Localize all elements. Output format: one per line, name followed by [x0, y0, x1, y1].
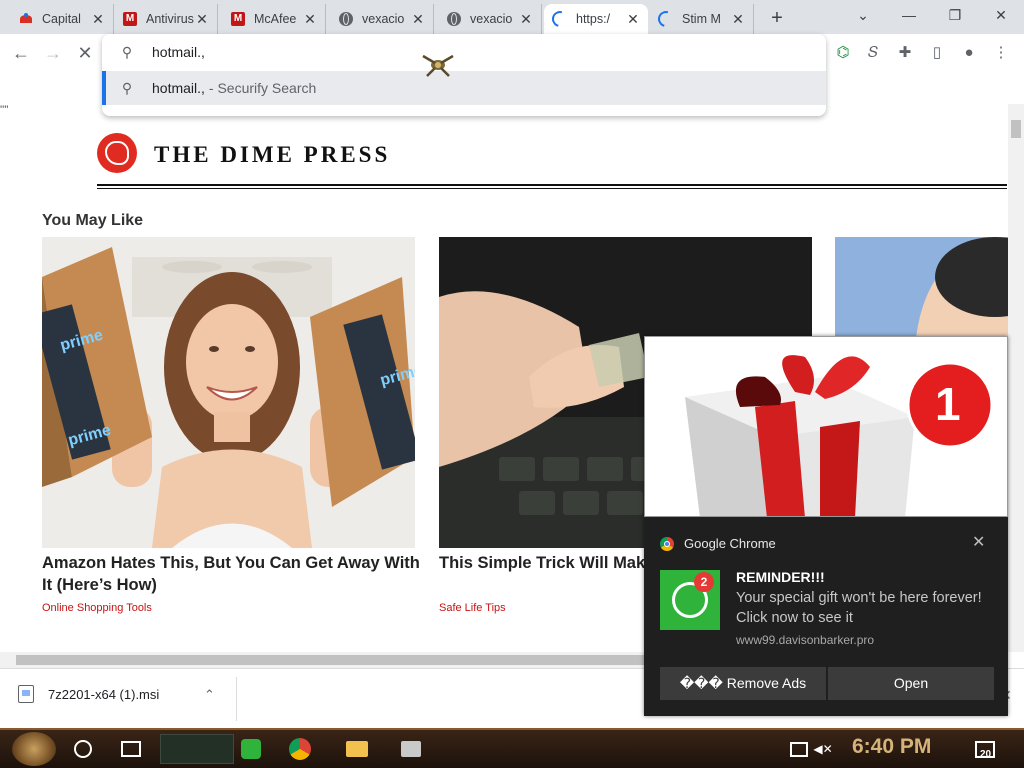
whatsapp-icon: 2	[660, 570, 720, 630]
chrome-icon	[660, 536, 674, 551]
omnibox-suggestion[interactable]: ⚲ hotmail., - Securify Search	[102, 71, 826, 105]
notification-app-name: Google Chrome	[684, 536, 776, 551]
notification-count: 20	[980, 749, 992, 760]
vertical-scrollbar-thumb[interactable]	[1011, 120, 1021, 138]
woman-with-boxes-image	[42, 237, 415, 548]
tab-close-icon[interactable]: ✕	[519, 11, 533, 28]
chrome-notification[interactable]: 1 Google Chrome ✕ 2 REMINDER!!! Your spe…	[644, 336, 1008, 716]
notes-app-icon[interactable]	[238, 736, 264, 762]
tab-close-icon[interactable]: ✕	[91, 11, 105, 28]
stray-quote-marks: ''''	[0, 104, 9, 116]
tab-title: vexacio	[470, 12, 513, 26]
notification-app: Google Chrome	[660, 536, 776, 551]
extension-green-icon[interactable]: ⌬	[830, 40, 856, 66]
vertical-scrollbar[interactable]	[1008, 104, 1024, 652]
tab-vexacio-1[interactable]: vexacio ✕	[330, 4, 434, 34]
taskbar-search-box[interactable]	[160, 734, 234, 764]
notification-message: Your special gift won't be here forever!…	[736, 590, 982, 626]
custom-cursor-icon	[422, 54, 454, 77]
site-name[interactable]: THE DIME PRESS	[154, 142, 390, 168]
suggestion-provider: - Securify Search	[208, 80, 317, 96]
whatsapp-badge-count: 2	[694, 572, 714, 592]
card-title-amazon[interactable]: Amazon Hates This, But You Can Get Away …	[42, 552, 422, 596]
cortana-circle-icon[interactable]	[70, 736, 96, 762]
tab-close-icon[interactable]: ✕	[731, 11, 745, 28]
search-icon: ⚲	[121, 79, 133, 96]
tab-title: Stim M	[682, 12, 721, 26]
section-title: You May Like	[42, 212, 144, 229]
tab-strip: Capital ✕ M Antivirus ✕ M McAfee ✕ vexac…	[0, 0, 1024, 34]
card-image-amazon[interactable]: prime prime prime	[42, 237, 415, 548]
tab-close-icon[interactable]: ✕	[195, 11, 209, 28]
globe-icon	[446, 11, 462, 27]
task-view-icon[interactable]	[118, 736, 144, 762]
omnibox[interactable]: ⚲	[102, 34, 826, 70]
tab-title: Antivirus	[146, 12, 194, 26]
side-panel-icon[interactable]: ▯	[924, 40, 950, 66]
horizontal-scrollbar-thumb[interactable]	[16, 655, 646, 665]
tab-title: Capital	[42, 12, 81, 26]
installer-file-icon	[18, 685, 34, 703]
dime-press-logo-icon[interactable]	[97, 133, 137, 173]
restore-button[interactable]: ❐	[940, 5, 970, 25]
windows-taskbar: ◀✕ 6:40 PM 20	[0, 728, 1024, 768]
mcafee-icon: M	[122, 11, 138, 27]
profile-avatar-icon[interactable]: ●	[956, 40, 982, 66]
tab-close-icon[interactable]: ✕	[626, 11, 640, 28]
photos-app-icon[interactable]	[398, 736, 424, 762]
tab-antivirus[interactable]: M Antivirus ✕	[114, 4, 218, 34]
notification-body[interactable]: Google Chrome ✕ 2 REMINDER!!! Your speci…	[644, 517, 1008, 716]
start-button[interactable]	[12, 732, 56, 766]
volume-muted-icon[interactable]: ◀✕	[810, 736, 836, 762]
search-icon: ⚲	[121, 43, 133, 60]
omnibox-dropdown: ⚲ ⚲ hotmail., - Securify Search	[102, 34, 826, 116]
tab-https-active[interactable]: https:/ ✕	[544, 4, 648, 34]
open-button[interactable]: Open	[828, 667, 994, 700]
tab-stim[interactable]: Stim M ✕	[650, 4, 754, 34]
loading-spinner-icon	[655, 8, 677, 30]
tab-capital[interactable]: Capital ✕	[10, 4, 114, 34]
tab-vexacio-2[interactable]: vexacio ✕	[438, 4, 542, 34]
extensions-puzzle-icon[interactable]: ✚	[892, 40, 918, 66]
card-source-trick[interactable]: Safe Life Tips	[439, 602, 506, 614]
header-divider-thin	[97, 188, 1007, 189]
notification-title: REMINDER!!!	[736, 569, 825, 585]
tab-mcafee[interactable]: M McAfee ✕	[222, 4, 326, 34]
close-window-button[interactable]: ✕	[986, 5, 1016, 25]
network-icon[interactable]	[786, 736, 812, 762]
tab-title: McAfee	[254, 12, 297, 26]
chrome-menu-icon[interactable]: ⋮	[988, 40, 1014, 66]
notification-source-url: www99.davisonbarker.pro	[736, 633, 875, 647]
remove-ads-button[interactable]: ��� Remove Ads	[660, 667, 826, 700]
header-divider	[97, 184, 1007, 186]
mcafee-icon: M	[230, 11, 246, 27]
file-explorer-icon[interactable]	[344, 736, 370, 762]
card-source-amazon[interactable]: Online Shopping Tools	[42, 602, 152, 614]
tab-title: vexacio	[362, 12, 405, 26]
tab-close-icon[interactable]: ✕	[411, 11, 425, 28]
capital-favicon-icon	[18, 11, 34, 27]
tab-search-dropdown-icon[interactable]: ⌄	[848, 5, 878, 25]
loading-spinner-icon	[549, 8, 571, 30]
gift-image[interactable]: 1	[644, 336, 1008, 517]
minimize-button[interactable]: —	[894, 5, 924, 25]
download-filename: 7z2201-x64 (1).msi	[48, 686, 160, 702]
taskbar-clock[interactable]: 6:40 PM	[852, 735, 931, 759]
notification-close-icon[interactable]: ✕	[972, 532, 985, 552]
chevron-up-icon[interactable]: ⌃	[204, 687, 215, 703]
new-tab-button[interactable]: +	[766, 7, 788, 29]
extension-s-icon[interactable]: 𝑆	[860, 40, 886, 66]
globe-icon	[338, 11, 354, 27]
tab-title: https:/	[576, 12, 611, 26]
suggestion-query: hotmail.,	[152, 80, 205, 96]
forward-button[interactable]: →	[38, 38, 68, 68]
chrome-icon[interactable]	[287, 736, 313, 762]
stop-loading-button[interactable]: ✕	[70, 38, 100, 68]
gift-badge-count: 1	[935, 378, 961, 430]
download-divider	[236, 677, 237, 721]
download-item[interactable]: 7z2201-x64 (1).msi	[18, 685, 159, 703]
tab-close-icon[interactable]: ✕	[303, 11, 317, 28]
back-button[interactable]: ←	[6, 38, 36, 68]
